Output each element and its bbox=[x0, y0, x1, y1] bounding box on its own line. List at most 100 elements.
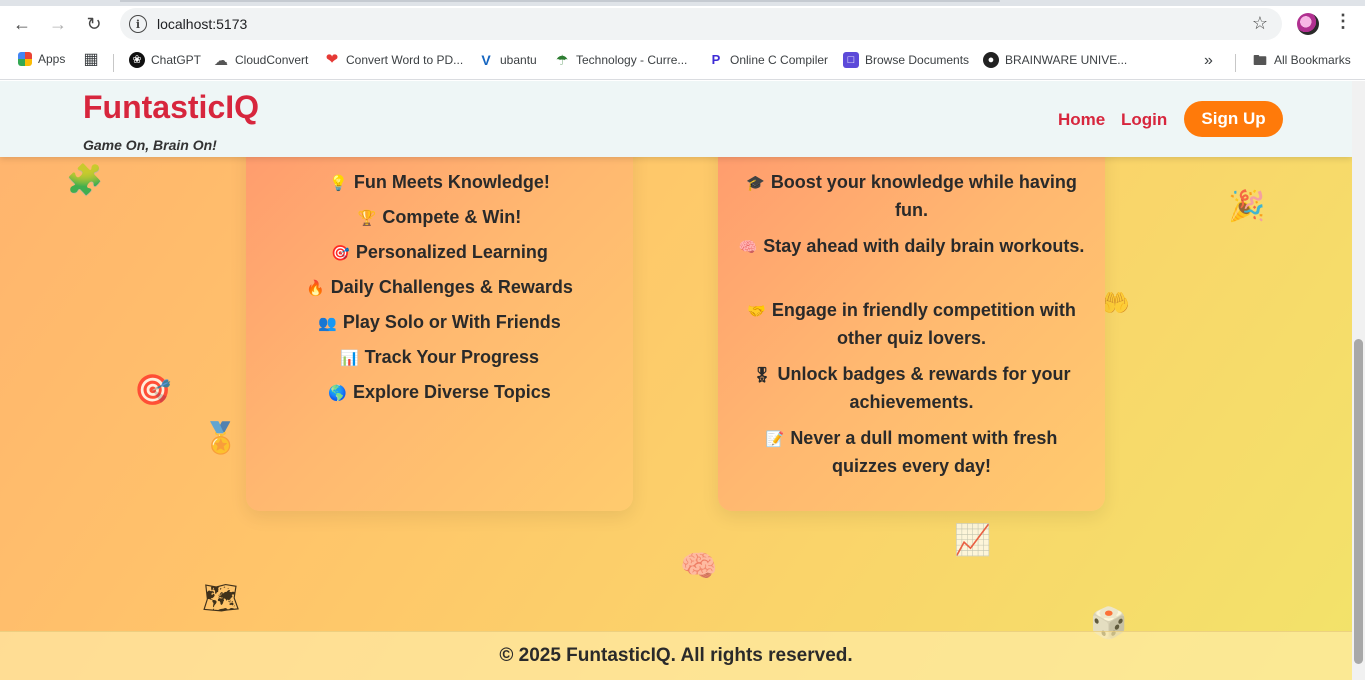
feature-item: 📊 Track Your Progress bbox=[246, 347, 633, 368]
feature-text: Play Solo or With Friends bbox=[342, 312, 561, 332]
bookmark-convert-word[interactable]: ❤ Convert Word to PD... bbox=[324, 52, 463, 68]
bookmark-label: Convert Word to PD... bbox=[346, 53, 464, 67]
active-tab-edge bbox=[120, 0, 1000, 2]
back-icon[interactable]: ← bbox=[8, 10, 36, 38]
feature-text: Compete & Win! bbox=[382, 207, 522, 227]
apps-grid-icon bbox=[18, 52, 32, 66]
medal-icon: 🎖 bbox=[752, 367, 772, 384]
bookmark-separator bbox=[1235, 54, 1236, 72]
bookmark-browse-docs[interactable]: □ Browse Documents bbox=[843, 52, 969, 68]
page-scrollbar[interactable] bbox=[1352, 81, 1365, 680]
graduation-cap-icon: 🎓 bbox=[746, 175, 765, 192]
bookmark-separator bbox=[113, 54, 114, 72]
medal-icon: 🏅 bbox=[202, 422, 240, 455]
tagline: Game On, Brain On! bbox=[83, 137, 217, 153]
cloud-icon: ☁ bbox=[214, 52, 228, 68]
brand-logo[interactable]: FuntasticIQ bbox=[83, 89, 259, 126]
benefit-item: 🤝 Engage in friendly competition with oth… bbox=[738, 297, 1085, 352]
p-logo-icon: P bbox=[711, 52, 721, 67]
brain-icon: 🧠 bbox=[738, 239, 758, 256]
bookmark-brainware[interactable]: ● BRAINWARE UNIVE... bbox=[983, 52, 1127, 68]
people-icon: 👥 bbox=[318, 315, 337, 332]
chart-up-icon: 📈 bbox=[954, 524, 992, 557]
benefit-text: Never a dull moment with fresh quizzes e… bbox=[790, 428, 1058, 476]
bookmark-label: Apps bbox=[38, 52, 66, 66]
bookmark-star-icon[interactable]: ☆ bbox=[1252, 13, 1268, 34]
bookmark-label: ChatGPT bbox=[151, 53, 202, 67]
trophy-icon: 🏆 bbox=[357, 210, 377, 227]
target-icon: 🎯 bbox=[134, 374, 172, 407]
feature-item: 🔥 Daily Challenges & Rewards bbox=[246, 277, 633, 298]
bar-chart-icon: 📊 bbox=[339, 350, 359, 367]
feature-text: Personalized Learning bbox=[355, 242, 548, 262]
memo-icon: 📝 bbox=[765, 431, 785, 448]
bookmark-label: ubantu bbox=[500, 53, 537, 67]
benefit-text: Engage in friendly competition with othe… bbox=[771, 300, 1076, 348]
heart-icon: ❤ bbox=[325, 51, 339, 68]
reload-icon[interactable]: ↻ bbox=[80, 10, 108, 38]
benefit-text: Unlock badges & rewards for your achieve… bbox=[777, 364, 1071, 412]
site-info-icon[interactable]: i bbox=[129, 15, 147, 33]
address-bar[interactable]: i localhost:5173 ☆ bbox=[120, 8, 1282, 40]
umbrella-icon: ☂ bbox=[555, 52, 569, 68]
scrollbar-thumb[interactable] bbox=[1354, 339, 1363, 664]
confetti-icon: 🎉 bbox=[1228, 190, 1266, 223]
grid-icon: ▦ bbox=[83, 51, 99, 68]
bookmark-label: CloudConvert bbox=[235, 53, 309, 67]
site-header: FuntasticIQ Game On, Brain On! Home Logi… bbox=[0, 81, 1352, 157]
document-icon: □ bbox=[843, 52, 859, 68]
bookmark-ubantu[interactable]: V ubantu bbox=[478, 52, 537, 68]
feature-item: 🌎 Explore Diverse Topics bbox=[246, 382, 633, 403]
target-icon: 🎯 bbox=[331, 245, 350, 262]
fire-icon: 🔥 bbox=[306, 280, 325, 297]
bookmark-apps[interactable]: Apps bbox=[18, 52, 65, 66]
benefit-item: 🎖 Unlock badges & rewards for your achiev… bbox=[738, 361, 1085, 416]
benefit-text: Boost your knowledge while having fun. bbox=[770, 172, 1077, 220]
bookmark-label: BRAINWARE UNIVE... bbox=[1005, 53, 1128, 67]
signup-button[interactable]: Sign Up bbox=[1184, 101, 1283, 137]
url-text[interactable]: localhost:5173 bbox=[157, 16, 247, 32]
benefit-text: Stay ahead with daily brain workouts. bbox=[763, 236, 1085, 256]
bookmark-label: Online C Compiler bbox=[730, 53, 829, 67]
v-logo-icon: V bbox=[481, 52, 491, 68]
globe-icon: ● bbox=[983, 52, 999, 68]
benefits-card: 🎓 Boost your knowledge while having fun. … bbox=[718, 121, 1105, 511]
browser-toolbar: ← → ↻ i localhost:5173 ☆ ⋮ bbox=[0, 6, 1365, 42]
feature-item: 🎯 Personalized Learning bbox=[246, 242, 633, 263]
bookmark-grid[interactable]: ▦ bbox=[83, 52, 105, 68]
bookmark-chatgpt[interactable]: ❀ ChatGPT bbox=[129, 52, 201, 68]
site-footer: © 2025 FuntasticIQ. All rights reserved. bbox=[0, 631, 1352, 680]
feature-item: 💡 Fun Meets Knowledge! bbox=[246, 172, 633, 193]
bookmark-online-c[interactable]: P Online C Compiler bbox=[708, 52, 828, 68]
handshake-icon: 🤝 bbox=[747, 303, 766, 320]
bookmark-label: Browse Documents bbox=[865, 53, 970, 67]
nav-home-link[interactable]: Home bbox=[1058, 110, 1105, 130]
bookmark-all[interactable]: 🖿 All Bookmarks bbox=[1252, 52, 1351, 68]
feature-item: 🏆 Compete & Win! bbox=[246, 207, 633, 228]
menu-kebab-icon[interactable]: ⋮ bbox=[1334, 11, 1352, 32]
lightbulb-icon: 💡 bbox=[329, 175, 348, 192]
feature-text: Daily Challenges & Rewards bbox=[330, 277, 573, 297]
map-icon: 🗺 bbox=[202, 582, 241, 615]
nav-login-link[interactable]: Login bbox=[1121, 110, 1167, 130]
bookmark-label: All Bookmarks bbox=[1274, 53, 1351, 67]
feature-text: Fun Meets Knowledge! bbox=[353, 172, 550, 192]
feature-text: Track Your Progress bbox=[364, 347, 540, 367]
bookmark-label: Technology - Curre... bbox=[576, 53, 688, 67]
bookmark-technology[interactable]: ☂ Technology - Curre... bbox=[554, 52, 688, 68]
globe-icon: 🌎 bbox=[328, 385, 347, 402]
benefit-item: 📝 Never a dull moment with fresh quizzes … bbox=[738, 425, 1085, 480]
benefit-item: 🧠 Stay ahead with daily brain workouts. bbox=[738, 233, 1085, 261]
folder-icon: 🖿 bbox=[1253, 52, 1267, 68]
puzzle-icon: 🧩 bbox=[66, 164, 104, 197]
brain-icon: 🧠 bbox=[680, 550, 718, 583]
feature-item: 👥 Play Solo or With Friends bbox=[246, 312, 633, 333]
more-bookmarks-chevron-icon[interactable]: » bbox=[1204, 52, 1213, 70]
features-card: 💡 Fun Meets Knowledge! 🏆 Compete & Win! 🎯 P… bbox=[246, 121, 633, 511]
benefit-item: 🎓 Boost your knowledge while having fun. bbox=[738, 169, 1085, 224]
forward-icon[interactable]: → bbox=[44, 10, 72, 38]
profile-avatar[interactable] bbox=[1297, 13, 1319, 35]
bookmarks-bar: Apps ▦ ❀ ChatGPT ☁ CloudConvert ❤ Conver… bbox=[0, 42, 1365, 80]
chatgpt-icon: ❀ bbox=[129, 52, 145, 68]
bookmark-cloudconvert[interactable]: ☁ CloudConvert bbox=[213, 52, 308, 68]
